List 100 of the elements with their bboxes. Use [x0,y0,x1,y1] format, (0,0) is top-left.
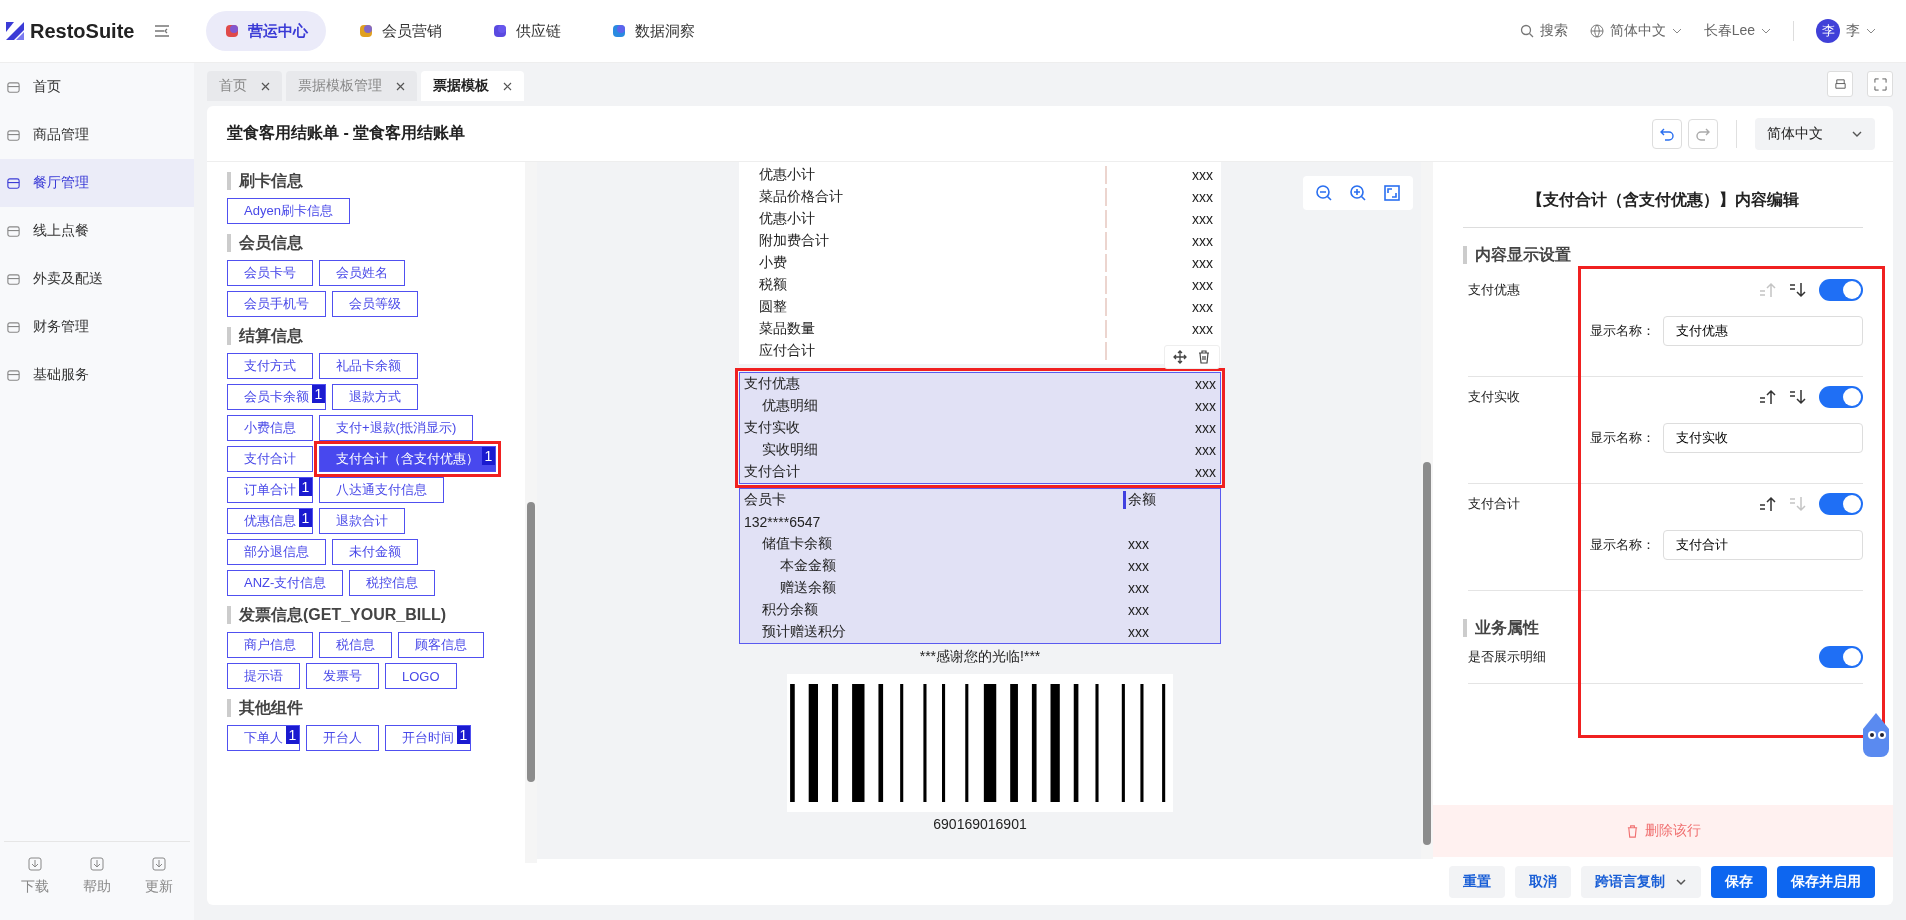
nav-tab[interactable]: 会员营销 [340,11,460,51]
panel-icon [6,271,21,287]
component-button[interactable]: 支付合计 [227,446,313,472]
nav-tab[interactable]: 供应链 [474,11,579,51]
field-name: 是否展示明细 [1468,648,1546,666]
user-menu[interactable]: 李 [1846,22,1876,40]
field-label: 显示名称： [1590,429,1655,447]
close-icon[interactable] [396,81,405,91]
receipt-value: xxx [1128,602,1150,618]
receipt-value: xxx [1194,442,1216,458]
component-button[interactable]: 八达通支付信息 [319,477,444,503]
move-up-icon[interactable] [1759,496,1777,512]
toggle-switch[interactable] [1819,493,1863,515]
action-button[interactable]: 跨语言复制 [1581,866,1701,898]
sidebar-collapse-icon[interactable] [154,24,171,38]
component-button[interactable]: 提示语 [227,663,300,689]
receipt-label: 预计赠送积分 [761,623,847,641]
move-up-icon[interactable] [1759,389,1777,405]
receipt-value: xxx [1194,398,1216,414]
component-button[interactable]: 商户信息 [227,632,313,658]
display-name-field[interactable]: 支付合计 [1663,530,1863,560]
delete-icon[interactable] [1197,350,1211,364]
component-button[interactable]: 开台时间 1 [385,725,471,751]
component-button[interactable]: 小费信息 [227,415,313,441]
component-button[interactable]: 税控信息 [349,570,436,596]
move-down-icon[interactable] [1789,282,1807,298]
fit-screen-icon[interactable] [1383,184,1401,202]
page-tab[interactable]: 票据模板 [421,71,524,101]
move-icon[interactable] [1173,350,1187,364]
toggle-switch[interactable] [1819,646,1863,668]
action-button[interactable]: 保存 [1711,866,1767,898]
panel-icon [6,319,21,335]
receipt-label: 菜品数量 [759,320,816,338]
display-name-field[interactable]: 支付优惠 [1663,316,1863,346]
component-button[interactable]: 订单合计 1 [227,477,313,503]
fullscreen-button[interactable] [1867,71,1893,97]
sidebar-item[interactable]: 商品管理 [0,111,194,159]
chevron-down-icon [1675,876,1687,888]
component-button[interactable]: 顾客信息 [398,632,484,658]
component-button[interactable]: 会员等级 [332,291,418,317]
component-button[interactable]: 会员手机号 [227,291,326,317]
footer-label: 下载 [21,878,49,896]
print-button[interactable] [1827,71,1853,97]
component-button[interactable]: 未付金额 [332,539,418,565]
sidebar-item[interactable]: 外卖及配送 [0,255,194,303]
language-selector[interactable]: 简体中文 [1589,22,1682,40]
component-button[interactable]: 礼品卡余额 [319,353,418,379]
component-button[interactable]: 会员姓名 [319,260,405,286]
scrollbar[interactable] [525,162,537,863]
toggle-switch[interactable] [1819,279,1863,301]
panel-icon [6,79,21,95]
receipt-value: xxx [1191,233,1213,249]
receipt-label: 积分余额 [761,601,819,619]
nav-tab[interactable]: 营运中心 [206,11,326,51]
receipt-label: 支付合计 [744,463,801,481]
component-button[interactable]: ANZ-支付信息 [227,570,344,596]
receipt-value: xxx [1191,299,1213,315]
component-button[interactable]: 开台人 [306,725,379,751]
component-button[interactable]: 优惠信息 1 [227,508,313,534]
sidebar-item[interactable]: 餐厅管理 [0,159,194,207]
receipt-label: 赠送余额 [779,579,837,597]
component-button[interactable]: 会员卡号 [227,260,313,286]
user-avatar[interactable]: 李 [1816,19,1840,43]
component-button[interactable]: 退款方式 [332,384,418,410]
component-button[interactable]: 税信息 [319,632,392,658]
component-button[interactable]: 发票号 [306,663,379,689]
action-button[interactable]: 重置 [1449,866,1505,898]
component-button[interactable]: LOGO [385,663,457,689]
search-link[interactable]: 搜索 [1519,22,1568,40]
component-button[interactable]: 支付+退款(抵消显示) [319,415,474,441]
display-name-field[interactable]: 支付实收 [1663,423,1863,453]
component-button[interactable]: 部分退信息 [227,539,326,565]
component-button[interactable]: 支付方式 [227,353,313,379]
nav-tab[interactable]: 数据洞察 [593,11,713,51]
panel-icon [6,175,21,191]
component-button[interactable]: 下单人 1 [227,725,300,751]
receipt-block[interactable]: 会员卡 余额 132****6547 储值卡余额 xxx 本金金额 xxx 赠送余额 xxx 积分余额 xxx 预计赠送积分 xxx [739,488,1221,644]
receipt-value: xxx [1191,255,1213,271]
action-button[interactable]: 取消 [1515,866,1571,898]
zoom-out-icon[interactable] [1315,184,1333,202]
sidebar-item[interactable]: 线上点餐 [0,207,194,255]
close-icon[interactable] [503,81,512,91]
sidebar-item[interactable]: 首页 [0,63,194,111]
zoom-in-icon[interactable] [1349,184,1367,202]
close-icon[interactable] [261,81,270,91]
field-name: 支付优惠 [1468,281,1520,299]
component-button[interactable]: Adyen刷卡信息 [227,198,350,224]
store-selector[interactable]: 长春Lee [1703,22,1771,40]
component-button[interactable]: 退款合计 [319,508,405,534]
sidebar-item[interactable]: 财务管理 [0,303,194,351]
fullscreen-icon [1873,77,1887,91]
move-down-icon[interactable] [1789,389,1807,405]
toggle-switch[interactable] [1819,386,1863,408]
undo-button[interactable] [1652,118,1682,149]
language-select[interactable]: 简体中文 [1755,117,1875,150]
undo-icon [1660,126,1674,141]
sidebar-item[interactable]: 基础服务 [0,351,194,399]
download-icon [89,856,105,872]
component-button[interactable]: 会员卡余额 1 [227,384,326,410]
action-button[interactable]: 保存并启用 [1777,866,1875,898]
